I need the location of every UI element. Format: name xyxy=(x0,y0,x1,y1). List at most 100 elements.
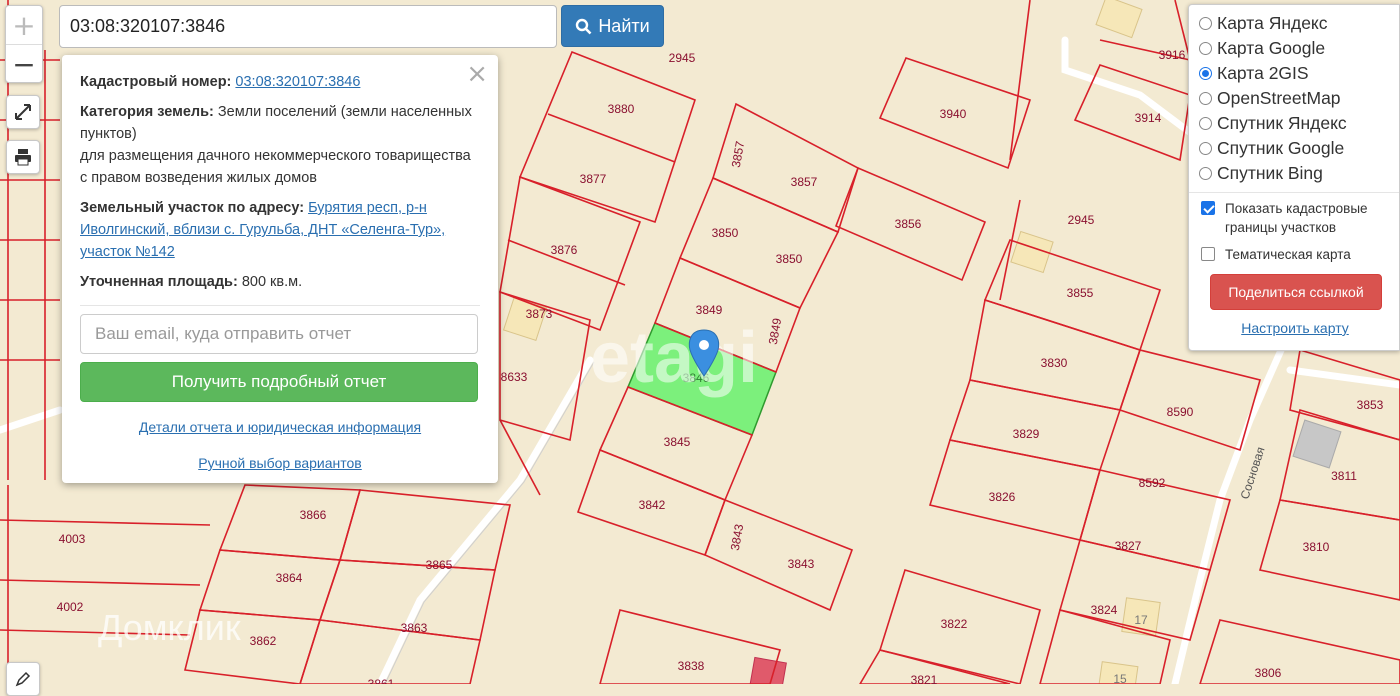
watermark-domclick: Домклик xyxy=(98,607,241,648)
category-use: для размещения дачного некоммерческого т… xyxy=(80,148,471,186)
layer-option-label: OpenStreetMap xyxy=(1217,88,1341,108)
parcel-label: 3829 xyxy=(1013,427,1040,441)
watermark-etagi: etagi xyxy=(590,318,758,398)
category-label: Категория земель: xyxy=(80,104,214,120)
parcel-label: 3827 xyxy=(1115,539,1142,553)
parcel-label: 3830 xyxy=(1041,356,1068,370)
configure-map-link[interactable]: Настроить карту xyxy=(1199,320,1391,336)
layer-option-label: Спутник Google xyxy=(1217,138,1345,158)
parcel-label: 3850 xyxy=(776,252,803,266)
cadastral-label: Кадастровый номер: xyxy=(80,74,232,90)
layer-option[interactable]: Карта 2GIS xyxy=(1199,61,1391,86)
show-boundaries-option[interactable]: Показать кадастровые границы участков xyxy=(1199,199,1391,237)
parcel-label: 3838 xyxy=(678,659,705,673)
parcel-label: 2945 xyxy=(669,51,696,65)
parcel-label: 3856 xyxy=(895,217,922,231)
search-button[interactable]: Найти xyxy=(561,5,664,47)
search-input[interactable] xyxy=(59,5,557,48)
fullscreen-button[interactable] xyxy=(6,95,40,129)
print-button[interactable] xyxy=(6,140,40,174)
show-boundaries-label: Показать кадастровые границы участков xyxy=(1225,201,1368,235)
parcel-label: 3843 xyxy=(788,557,815,571)
layer-option[interactable]: Карта Яндекс xyxy=(1199,11,1391,36)
parcel-label: 3850 xyxy=(712,226,739,240)
parcel-label: 3810 xyxy=(1303,540,1330,554)
checkbox-checked[interactable] xyxy=(1201,201,1215,215)
parcel-label: 3914 xyxy=(1135,111,1162,125)
parcel-label: 8592 xyxy=(1139,476,1166,490)
parcel-label: 3861 xyxy=(368,677,395,684)
layer-option[interactable]: Спутник Bing xyxy=(1199,161,1391,186)
radio-button[interactable] xyxy=(1199,92,1212,105)
parcel-label: 4003 xyxy=(59,532,86,546)
parcel-label: 3811 xyxy=(1331,469,1357,483)
parcel-label: 8590 xyxy=(1167,405,1194,419)
cadastral-number-row: Кадастровый номер: 03:08:320107:3846 xyxy=(80,71,480,93)
layer-switcher-panel: Карта Яндекс Карта Google Карта 2GIS Ope… xyxy=(1188,4,1400,351)
parcel-label: 3865 xyxy=(426,558,453,572)
layer-option-label: Карта 2GIS xyxy=(1217,63,1309,83)
parcel-label: 3916 xyxy=(1159,48,1186,62)
address-row: Земельный участок по адресу: Бурятия рес… xyxy=(80,197,480,263)
radio-button-selected[interactable] xyxy=(1199,67,1212,80)
get-report-button[interactable]: Получить подробный отчет xyxy=(80,362,478,402)
parcel-label: 3845 xyxy=(664,435,691,449)
radio-button[interactable] xyxy=(1199,167,1212,180)
report-details-link[interactable]: Детали отчета и юридическая информация xyxy=(139,419,421,435)
parcel-label: 3842 xyxy=(639,498,666,512)
parcel-label: 2945 xyxy=(1068,213,1095,227)
radio-button[interactable] xyxy=(1199,17,1212,30)
zoom-in-button[interactable]: + xyxy=(6,6,42,45)
radio-button[interactable] xyxy=(1199,117,1212,130)
address-label: Земельный участок по адресу: xyxy=(80,200,305,216)
zoom-out-button[interactable]: − xyxy=(6,45,42,83)
parcel-label: 3873 xyxy=(526,307,553,321)
manual-selection-link[interactable]: Ручной выбор вариантов xyxy=(198,455,362,471)
parcel-label: 3806 xyxy=(1255,666,1282,680)
parcel-label: 15 xyxy=(1113,672,1127,684)
parcel-label: 3855 xyxy=(1067,286,1094,300)
close-icon[interactable]: × xyxy=(466,59,488,89)
thematic-map-option[interactable]: Тематическая карта xyxy=(1199,245,1391,264)
parcel-label: 17 xyxy=(1134,613,1148,627)
layer-option[interactable]: OpenStreetMap xyxy=(1199,86,1391,111)
land-category-row: Категория земель: Земли поселений (земли… xyxy=(80,101,480,189)
email-field[interactable] xyxy=(80,314,478,354)
layer-option[interactable]: Карта Google xyxy=(1199,36,1391,61)
parcel-label: 3821 xyxy=(911,673,938,684)
printer-icon xyxy=(15,149,31,166)
parcel-label: 3940 xyxy=(940,107,967,121)
divider xyxy=(80,305,480,306)
share-link-button[interactable]: Поделиться ссылкой xyxy=(1210,274,1382,310)
layer-option[interactable]: Спутник Яндекс xyxy=(1199,111,1391,136)
radio-button[interactable] xyxy=(1199,42,1212,55)
parcel-label: 3824 xyxy=(1091,603,1118,617)
layer-option-label: Карта Google xyxy=(1217,38,1326,58)
parcel-label: 3857 xyxy=(791,175,818,189)
search-button-label: Найти xyxy=(598,15,650,36)
parcel-label: 3876 xyxy=(551,243,578,257)
layer-option[interactable]: Спутник Google xyxy=(1199,136,1391,161)
parcel-label: 3866 xyxy=(300,508,327,522)
parcel-label: 3853 xyxy=(1357,398,1384,412)
thematic-map-label: Тематическая карта xyxy=(1225,247,1351,262)
edit-tool-button[interactable] xyxy=(6,662,40,696)
divider xyxy=(1189,192,1399,193)
layer-option-label: Спутник Яндекс xyxy=(1217,113,1347,133)
layer-option-label: Спутник Bing xyxy=(1217,163,1323,183)
parcel-label: 3864 xyxy=(276,571,303,585)
parcel-label: 3863 xyxy=(401,621,428,635)
search-icon xyxy=(576,18,592,34)
radio-button[interactable] xyxy=(1199,142,1212,155)
parcel-label: 3822 xyxy=(941,617,968,631)
parcel-label: 3877 xyxy=(580,172,607,186)
parcel-info-popup: × Кадастровый номер: 03:08:320107:3846 К… xyxy=(62,55,498,483)
cadastral-number-link[interactable]: 03:08:320107:3846 xyxy=(235,74,360,90)
parcel-label: 8633 xyxy=(501,370,528,384)
expand-icon xyxy=(15,104,31,120)
checkbox[interactable] xyxy=(1201,247,1215,261)
area-label: Уточненная площадь: xyxy=(80,274,238,290)
parcel-label: 3862 xyxy=(250,634,277,648)
area-row: Уточненная площадь: 800 кв.м. xyxy=(80,271,480,293)
parcel-label: 3849 xyxy=(696,303,723,317)
